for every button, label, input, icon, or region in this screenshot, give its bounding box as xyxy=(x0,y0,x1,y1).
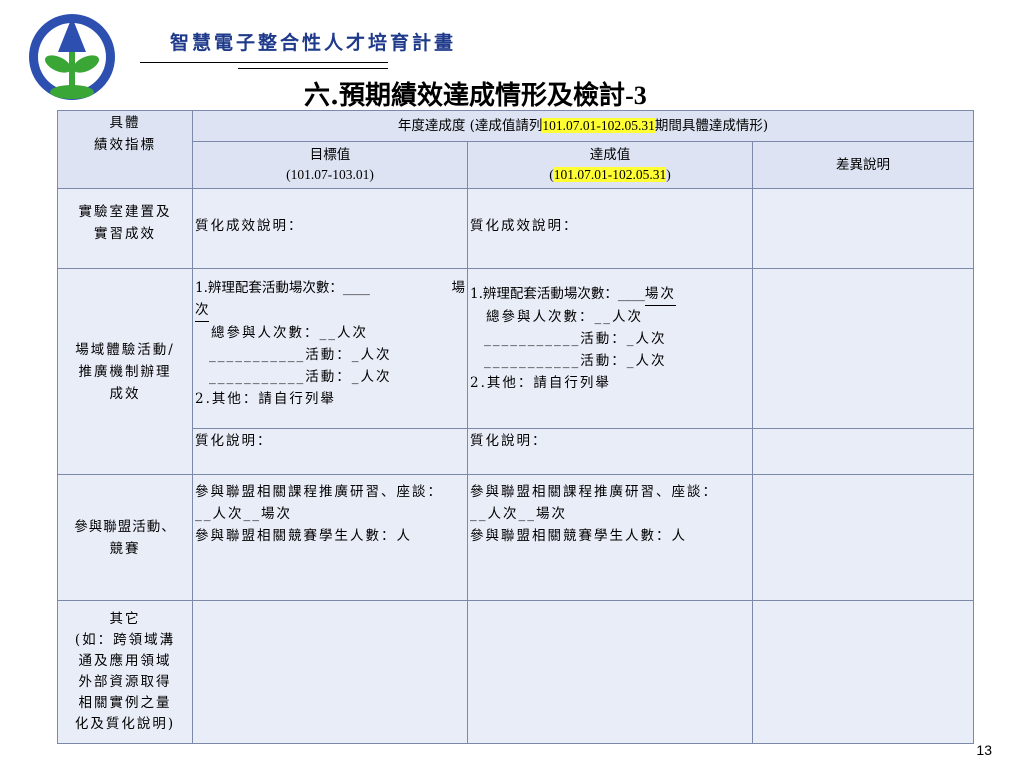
row-label-lab: 實驗室建置及 實習成效 xyxy=(57,188,193,269)
field-target-cell: 1.辨理配套活動場次數：____ 場 次 總參與人次數：__人次 ________… xyxy=(192,268,468,429)
row-label-lab-line2: 實習成效 xyxy=(94,226,156,242)
field-achieved-activity1: 活動：_人次 xyxy=(580,331,667,347)
row-label-alliance-line2: 競賽 xyxy=(109,540,141,557)
annual-header-period: 101.07.01-102.05.31 xyxy=(542,118,655,133)
other-difference-cell xyxy=(751,600,975,744)
row-label-other-line5: 相關實例之量 xyxy=(78,695,172,711)
alliance-target-line1: 參與聯盟相關課程推廣研習、座談： xyxy=(195,484,443,500)
field-achieved-other: 2.其他：請自行列舉 xyxy=(470,375,611,391)
field-achieved-activity1-blank: ___________ xyxy=(484,331,581,347)
field-qual-difference-cell xyxy=(751,428,975,475)
field-target-other: 2.其他：請自行列舉 xyxy=(195,391,336,407)
lab-difference-cell xyxy=(751,188,975,269)
lab-target-text: 質化成效說明： xyxy=(195,218,304,234)
row-label-field-line3: 成效 xyxy=(109,385,141,402)
title-divider xyxy=(140,62,388,63)
annual-achievement-header: 年度達成度 (達成值請列101.07.01-102.05.31期間具體達成情形) xyxy=(191,110,975,142)
field-target-activity2: 活動：_人次 xyxy=(305,369,392,385)
field-target-blank: ____ xyxy=(342,280,370,296)
field-qual-target-cell: 質化說明： xyxy=(192,428,468,475)
lab-target-cell: 質化成效說明： xyxy=(192,188,468,269)
field-achieved-participants: 總參與人次數：__人次 xyxy=(486,309,643,325)
alliance-target-line2: __人次__場次 xyxy=(195,506,292,522)
row-label-field-line1: 場域體驗活動/ xyxy=(75,341,175,358)
achieved-header-period: 101.07.01-102.05.31 xyxy=(553,167,667,182)
field-achieved-line1: 1.辨理配套活動場次數： xyxy=(470,286,618,302)
indicator-header-line2: 績效指標 xyxy=(94,137,156,153)
slide-title-text: 六.預期績效達成情形及檢討 xyxy=(304,81,626,111)
row-label-other-line4: 外部資源取得 xyxy=(78,674,172,690)
field-target-activity2-blank: ___________ xyxy=(209,369,306,385)
target-header: 目標值 (101.07-103.01) xyxy=(192,141,468,189)
field-achieved-unit: 場次 xyxy=(644,283,676,306)
alliance-difference-cell xyxy=(751,474,975,601)
other-target-cell xyxy=(192,600,468,744)
achieved-header-close: ) xyxy=(666,167,671,182)
field-target-participants: 總參與人次數：__人次 xyxy=(211,325,368,341)
field-qual-achieved-cell: 質化說明： xyxy=(467,428,753,475)
row-label-lab-line1: 實驗室建置及 xyxy=(78,204,172,220)
field-achieved-blank: ____ xyxy=(617,286,645,302)
indicator-header: 具體 績效指標 xyxy=(57,110,193,189)
program-title: 智慧電子整合性人才培育計畫 xyxy=(170,32,457,54)
target-header-label: 目標值 xyxy=(309,147,351,163)
annual-header-suffix: 期間具體達成情形) xyxy=(654,118,769,134)
alliance-achieved-line2: __人次__場次 xyxy=(470,506,567,522)
row-label-alliance-line1: 參與聯盟活動、 xyxy=(74,518,176,535)
row-label-other-line3: 通及應用領域 xyxy=(78,653,172,669)
row-label-other: 其它 (如：跨領域溝 通及應用領域 外部資源取得 相關實例之量 化及質化說明) xyxy=(57,600,193,744)
field-achieved-cell: 1.辨理配套活動場次數：____場次 總參與人次數：__人次 _________… xyxy=(467,268,753,429)
field-qual-achieved: 質化說明： xyxy=(470,433,548,449)
lab-achieved-text: 質化成效說明： xyxy=(470,218,579,234)
field-achieved-activity2-blank: ___________ xyxy=(484,353,581,369)
field-target-activity1-blank: ___________ xyxy=(209,347,306,363)
difference-header: 差異說明 xyxy=(751,141,975,189)
alliance-achieved-line3: 參與聯盟相關競賽學生人數：人 xyxy=(470,528,687,544)
lab-achieved-cell: 質化成效說明： xyxy=(467,188,753,269)
field-qual-target: 質化說明： xyxy=(195,433,273,449)
slide-title-suffix: -3 xyxy=(625,81,647,110)
field-achieved-activity2: 活動：_人次 xyxy=(580,353,667,369)
slide-title: 六.預期績效達成情形及檢討-3 xyxy=(304,75,647,112)
row-label-other-line2: (如：跨領域溝 xyxy=(74,632,176,648)
field-target-unit: 場 xyxy=(451,280,466,296)
row-label-alliance: 參與聯盟活動、 競賽 xyxy=(57,474,193,601)
program-logo xyxy=(22,12,122,102)
page-number: 13 xyxy=(976,742,992,758)
achieved-header-label: 達成值 xyxy=(589,147,631,163)
alliance-achieved-cell: 參與聯盟相關課程推廣研習、座談： __人次__場次 參與聯盟相關競賽學生人數：人 xyxy=(467,474,753,601)
row-label-other-line1: 其它 xyxy=(109,611,141,627)
alliance-achieved-line1: 參與聯盟相關課程推廣研習、座談： xyxy=(470,484,718,500)
field-target-unit-wrap: 次 xyxy=(195,299,209,322)
annual-header-prefix: 年度達成度 (達成值請列 xyxy=(397,118,543,134)
field-difference-cell xyxy=(751,268,975,429)
achieved-header: 達成值 (101.07.01-102.05.31) xyxy=(467,141,753,189)
target-header-period: (101.07-103.01) xyxy=(286,167,374,182)
row-label-field: 場域體驗活動/ 推廣機制辦理 成效 xyxy=(57,268,193,475)
indicator-header-line1: 具體 xyxy=(109,115,141,131)
plant-sprout-logo-icon xyxy=(29,14,115,100)
other-achieved-cell xyxy=(467,600,753,744)
field-target-line1: 1.辨理配套活動場次數： xyxy=(195,280,343,296)
performance-table: 具體 績效指標 年度達成度 (達成值請列101.07.01-102.05.31期… xyxy=(57,110,975,744)
row-label-field-line2: 推廣機制辦理 xyxy=(78,363,172,380)
alliance-target-line3: 參與聯盟相關競賽學生人數：人 xyxy=(195,528,412,544)
alliance-target-cell: 參與聯盟相關課程推廣研習、座談： __人次__場次 參與聯盟相關競賽學生人數：人 xyxy=(192,474,468,601)
title-divider-short xyxy=(238,68,388,69)
field-target-activity1: 活動：_人次 xyxy=(305,347,392,363)
row-label-other-line6: 化及質化說明) xyxy=(74,716,176,732)
